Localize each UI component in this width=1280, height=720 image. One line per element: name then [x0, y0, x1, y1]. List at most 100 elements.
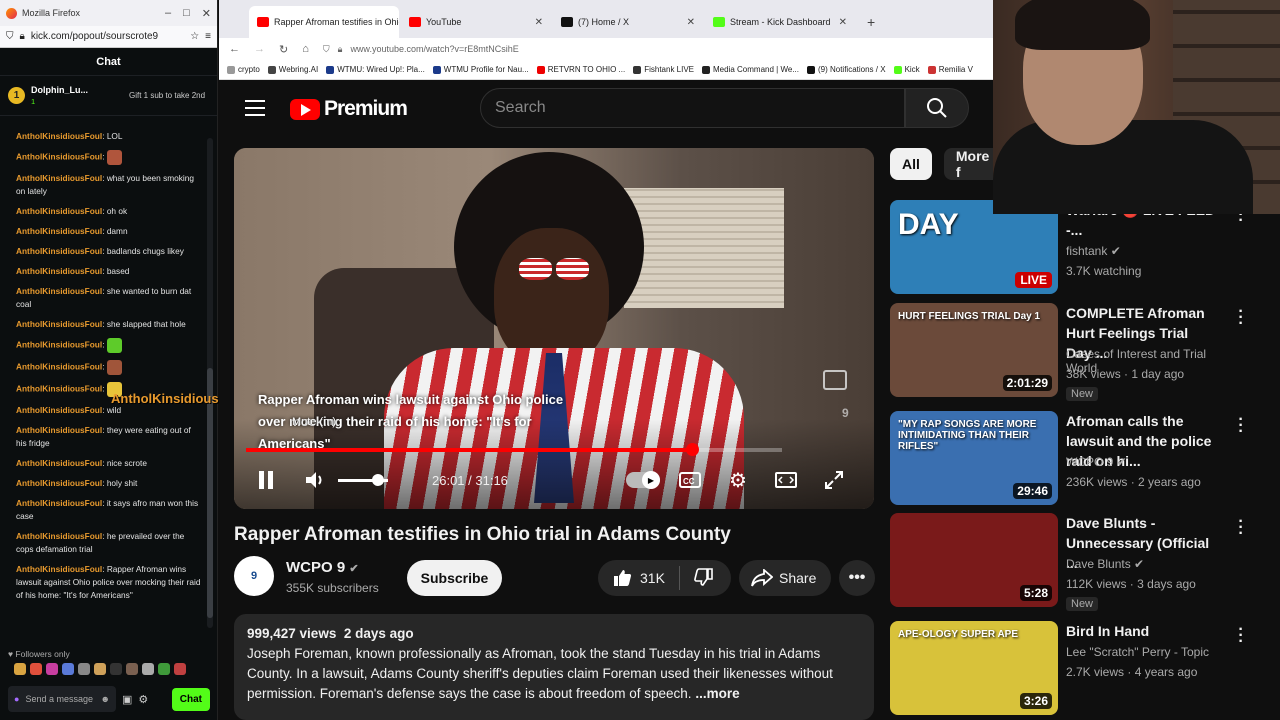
chat-scrollbar[interactable] — [207, 138, 213, 628]
browser-tab[interactable]: YouTube ✕ — [401, 6, 551, 38]
popout-url[interactable]: kick.com/popout/sourscrote9 — [31, 31, 184, 42]
chat-username[interactable]: AntholKinsidiousFoul — [16, 405, 102, 415]
close-tab-icon[interactable]: ✕ — [839, 17, 847, 28]
chat-username[interactable]: AntholKinsidiousFoul — [16, 458, 102, 468]
more-vert-icon[interactable]: ··· — [1236, 412, 1246, 440]
subscribe-button[interactable]: Subscribe — [407, 560, 502, 596]
chat-username[interactable]: AntholKinsidiousFoul — [16, 246, 102, 256]
settings-button[interactable]: ⚙ — [726, 469, 750, 492]
chat-username[interactable]: AntholKinsidiousFoul — [16, 206, 102, 216]
top-gifter[interactable]: Dolphin_Lu... 1 — [31, 85, 88, 107]
browser-tab[interactable]: Stream - Kick Dashboard ✕ — [705, 6, 855, 38]
recommendation-card[interactable]: HURT FEELINGS TRIAL Day 1 2:01:29 COMPLETE… — [890, 303, 1244, 403]
recommendation-channel[interactable]: Lee "Scratch" Perry - Topic — [1066, 645, 1209, 659]
chat-username[interactable]: AntholKinsidiousFoul — [16, 340, 102, 350]
message-input[interactable]: ● Send a message ☻ — [8, 686, 116, 712]
chat-username[interactable]: AntholKinsidiousFoul — [16, 478, 102, 488]
quick-emote[interactable] — [158, 663, 170, 675]
bookmark-item[interactable]: Fishtank LIVE — [633, 65, 694, 74]
gift-sub-prompt[interactable]: Gift 1 sub to take 2nd — [129, 91, 209, 100]
new-tab-button[interactable]: + — [857, 6, 885, 38]
bookmark-item[interactable]: WTMU Profile for Nau... — [432, 65, 529, 74]
chat-username[interactable]: AntholKinsidiousFoul — [16, 425, 102, 435]
address-bar[interactable]: ⛉ 🔒︎ www.youtube.com/watch?v=rE8mtNCsihE — [323, 44, 983, 55]
chat-username[interactable]: AntholKinsidiousFoul — [16, 531, 102, 541]
quick-emote[interactable] — [46, 663, 58, 675]
autoplay-toggle[interactable]: ▶ — [626, 471, 660, 489]
chat-username[interactable]: AntholKinsidiousFoul — [16, 131, 102, 141]
browser-tab[interactable]: Rapper Afroman testifies in Ohio✕ — [249, 6, 399, 38]
quick-emote[interactable] — [174, 663, 186, 675]
video-thumbnail[interactable]: HURT FEELINGS TRIAL Day 1 2:01:29 — [890, 303, 1058, 397]
bookmark-item[interactable]: crypto — [227, 65, 260, 74]
more-actions-button[interactable]: ••• — [839, 560, 875, 596]
video-player[interactable]: Rapper Afroman wins lawsuit against Ohio… — [234, 148, 874, 509]
reload-icon[interactable]: ↻ — [279, 43, 288, 56]
close-tab-icon[interactable]: ✕ — [535, 17, 543, 28]
progress-bar[interactable] — [246, 443, 782, 456]
recommendation-card[interactable]: APE-OLOGY SUPER APE 3:26 Bird In Hand Lee "… — [890, 621, 1244, 720]
send-chat-button[interactable]: Chat — [171, 687, 210, 711]
menu-icon[interactable] — [245, 100, 265, 116]
forward-icon[interactable]: → — [254, 43, 265, 55]
chat-username[interactable]: AntholKinsidiousFoul — [16, 564, 102, 574]
bookmark-item[interactable]: Kick — [893, 65, 920, 74]
chat-username[interactable]: AntholKinsidiousFoul — [16, 226, 102, 236]
quick-emote[interactable] — [78, 663, 90, 675]
video-thumbnail[interactable]: APE-OLOGY SUPER APE 3:26 — [890, 621, 1058, 715]
fullscreen-button[interactable] — [822, 470, 846, 490]
bookmark-item[interactable]: Webring.AI — [267, 65, 318, 74]
bookmark-item[interactable]: WTMU: Wired Up!: Pla... — [326, 65, 425, 74]
recommendation-channel[interactable]: fishtank ✔ — [1066, 244, 1121, 258]
volume-handle[interactable] — [372, 474, 384, 486]
bookmark-item[interactable]: RETVRN TO OHIO ... — [536, 65, 625, 74]
video-thumbnail[interactable]: DAY LIVE — [890, 200, 1058, 294]
maximize-icon[interactable]: □ — [183, 7, 190, 20]
more-vert-icon[interactable]: ··· — [1236, 514, 1246, 542]
quick-emote[interactable] — [94, 663, 106, 675]
gift-icon[interactable]: ▣ — [122, 693, 132, 706]
chat-username[interactable]: AntholKinsidiousFoul — [16, 286, 102, 296]
pause-button[interactable] — [256, 470, 276, 490]
channel-avatar[interactable]: 9 — [234, 556, 274, 596]
quick-emote[interactable] — [110, 663, 122, 675]
show-more-link[interactable]: ...more — [695, 686, 739, 701]
dislike-button[interactable] — [680, 567, 714, 590]
chat-username[interactable]: AntholKinsidiousFoul — [16, 173, 102, 183]
close-icon[interactable]: ✕ — [202, 7, 211, 20]
quick-emote[interactable] — [14, 663, 26, 675]
video-thumbnail[interactable]: "MY RAP SONGS ARE MORE INTIMIDATING THAN… — [890, 411, 1058, 505]
filter-chip[interactable]: All — [890, 148, 932, 180]
video-thumbnail[interactable]: 5:28 — [890, 513, 1058, 607]
theater-mode-button[interactable] — [774, 470, 798, 490]
chat-username[interactable]: AntholKinsidiousFoul — [16, 498, 102, 508]
description-box[interactable]: 999,427 views 2 days ago Joseph Foreman,… — [234, 614, 874, 720]
emoji-icon[interactable]: ☻ — [101, 694, 110, 704]
miniplayer-icon[interactable] — [823, 370, 847, 390]
address-url[interactable]: www.youtube.com/watch?v=rE8mtNCsihE — [350, 44, 518, 54]
chat-username[interactable]: AntholKinsidiousFoul — [16, 319, 102, 329]
back-icon[interactable]: ← — [229, 43, 240, 55]
quick-emote[interactable] — [142, 663, 154, 675]
search-button[interactable] — [905, 88, 969, 128]
chat-username[interactable]: AntholKinsidiousFoul — [16, 362, 102, 372]
bookmark-item[interactable]: (9) Notifications / X — [806, 65, 886, 74]
quick-emote[interactable] — [126, 663, 138, 675]
recommendation-card[interactable]: DAYLIVEWarfare 🔴 LIVE FEED -...fishtank … — [890, 200, 1244, 300]
more-vert-icon[interactable]: ··· — [1236, 622, 1246, 650]
popout-url-bar[interactable]: ⛉ 🔒︎ kick.com/popout/sourscrote9 ☆ ≡ — [0, 26, 217, 48]
recommendation-channel[interactable]: Dave Blunts ✔ — [1066, 557, 1144, 571]
chat-username[interactable]: AntholKinsidiousFoul — [16, 152, 102, 162]
youtube-logo[interactable]: Premium — [290, 97, 408, 121]
share-button[interactable]: Share — [739, 560, 831, 596]
volume-button[interactable] — [304, 470, 326, 490]
settings-icon[interactable]: ⚙ — [138, 693, 148, 706]
bookmark-item[interactable]: Remilia V — [927, 65, 973, 74]
bookmark-item[interactable]: Media Command | We... — [702, 65, 799, 74]
chat-username[interactable]: AntholKinsidiousFoul — [16, 266, 102, 276]
quick-emote[interactable] — [62, 663, 74, 675]
progress-handle[interactable] — [685, 443, 699, 456]
more-vert-icon[interactable]: ··· — [1236, 304, 1246, 332]
star-icon[interactable]: ☆ — [190, 31, 199, 42]
minimize-icon[interactable]: – — [165, 7, 171, 20]
